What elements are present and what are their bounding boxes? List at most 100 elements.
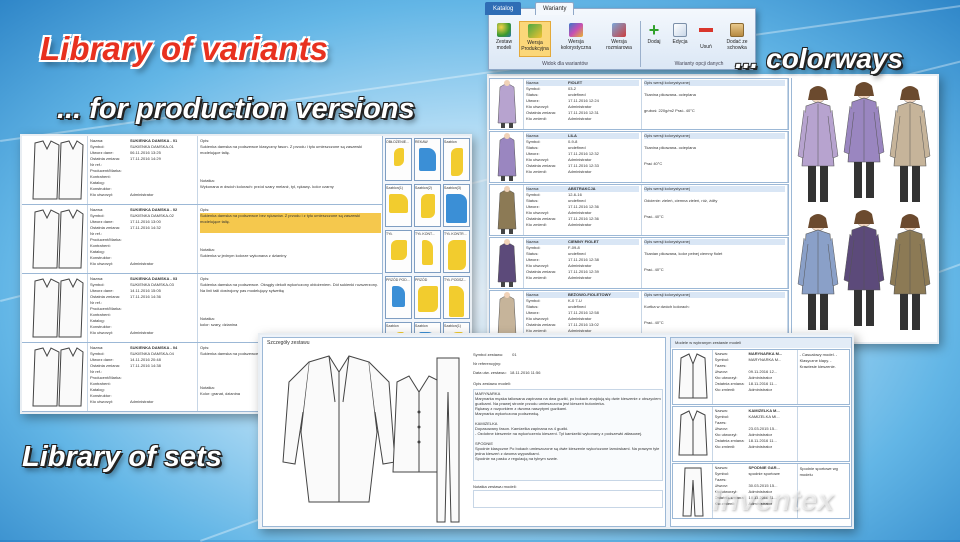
- dress-sketch: [22, 136, 88, 204]
- pattern-piece-shape: [446, 194, 467, 223]
- pattern-piece-label: TYŁ: [386, 232, 393, 236]
- set-model-row[interactable]: Nazwa: MARYNARKA M... Symbol: MARYNARKA M..…: [672, 349, 850, 405]
- detail-value: K-0 7-U: [568, 298, 582, 303]
- pattern-piece-shape: [419, 148, 436, 171]
- tab-katalog[interactable]: Katalog: [485, 2, 522, 15]
- detail-value: Administrator: [130, 261, 154, 266]
- detail-line: Kto utworzył: Administrator: [90, 192, 195, 198]
- pattern-piece-thumb[interactable]: Szablon(3): [443, 184, 470, 227]
- detail-line: Kto zmienił: Administrator: [715, 444, 795, 450]
- pattern-piece-thumb[interactable]: Szablon(2): [414, 184, 441, 227]
- set-model-row[interactable]: Nazwa: KAMIZELKA M... Symbol: KAMIZELKA MI.…: [672, 406, 850, 462]
- detail-value: 17.11.2016 12:32: [568, 151, 599, 156]
- dodaj-button[interactable]: + Dodaj: [643, 20, 665, 45]
- detail-label: Kto utworzył:: [90, 399, 113, 404]
- colorway-description: Opis wersji kolorystycznej Tkanina pikowa…: [642, 132, 788, 182]
- tab-warianty[interactable]: Warianty: [535, 2, 575, 15]
- pattern-piece-thumb[interactable]: Szablon(1): [385, 184, 412, 227]
- dress-sketch: [22, 274, 88, 342]
- pattern-piece-thumb[interactable]: Szablon: [443, 138, 470, 181]
- headline-production-versions: ... for production versions: [57, 93, 415, 125]
- detail-line: Kto zmienił: Administrator: [526, 169, 639, 175]
- pattern-piece-label: Szablon(2): [415, 186, 432, 190]
- edycja-button[interactable]: Edycja: [667, 23, 693, 45]
- detail-value: Administrator: [568, 210, 592, 215]
- detail-value: 14.11.2016 15:05: [130, 288, 161, 293]
- delete-icon: [699, 28, 713, 42]
- set-info: Symbol zestawu: 01 Nr referencyjny: Data…: [473, 352, 663, 508]
- set-description-line: Spodnie na pasku z regulacją na tylnym s…: [475, 456, 558, 461]
- pattern-piece-label: Szablon(1): [444, 324, 461, 328]
- pattern-piece-thumb[interactable]: PRZÓD POD...: [385, 276, 412, 319]
- size-version-icon: [612, 23, 626, 37]
- colorway-row[interactable]: Nazwa: LILA Symbol: 0-9-8 Status: undefined Ut…: [489, 131, 789, 183]
- pattern-piece-thumb[interactable]: TYŁ KONT...: [414, 230, 441, 273]
- colorway-row[interactable]: Nazwa: CIEMNY FIOLET Symbol: F-09-8 Status: u…: [489, 237, 789, 289]
- clipboard-icon: [730, 23, 744, 37]
- detail-value: SUKIENKA DAMSKA-03: [130, 282, 174, 287]
- detail-value: 17.11.2016 12:24: [568, 98, 599, 103]
- production-version-row[interactable]: Nazwa: SUKIENKA DAMSKA - 01 Symbol: SUKIENK…: [22, 136, 384, 205]
- detail-value: 17.11.2016 13:00: [130, 219, 161, 224]
- production-version-description: Opis: Sukienka damska na podszewce klasyc…: [198, 136, 384, 204]
- pattern-piece-shape: [449, 286, 464, 317]
- detail-label: Kto utworzył:: [90, 261, 113, 266]
- colorway-details: Nazwa: LILA Symbol: 0-9-8 Status: undefined Ut…: [524, 132, 642, 182]
- pattern-piece-shape: [393, 148, 404, 166]
- wersja-kolorystyczna-button[interactable]: Wersja kolorystyczna: [555, 23, 597, 51]
- usun-button[interactable]: Usuń: [695, 23, 717, 50]
- detail-value: 0-9-8: [568, 139, 578, 144]
- detail-value: Administrator: [130, 192, 154, 197]
- colorway-thumbnail: [490, 132, 524, 182]
- colorway-figure: [889, 86, 931, 202]
- detail-value: 17.11.2016 12:58: [568, 310, 599, 315]
- wersja-rozmiarowa-button[interactable]: Wersja rozmiarowa: [601, 23, 637, 51]
- detail-label: Kto zmienił:: [526, 169, 547, 174]
- model-note: - Casualowy model. - Klasyczne klapy. - …: [799, 352, 838, 369]
- detail-value: 17.11.2016 14:38: [130, 363, 161, 368]
- production-version-row[interactable]: Nazwa: SUKIENKA DAMSKA - 02 Symbol: SUKIENK…: [22, 205, 384, 274]
- pattern-piece-thumb[interactable]: OBŁOŻENIE...: [385, 138, 412, 181]
- detail-line: Kto zmienił: Administrator: [526, 222, 639, 228]
- production-icon: [528, 24, 542, 38]
- description-text: Sukienka damska na podszewce klasyczny f…: [200, 144, 363, 155]
- detail-value: 17.11.2016 14:36: [130, 294, 161, 299]
- pattern-piece-thumb[interactable]: TYŁ: [385, 230, 412, 273]
- zestaw-modeli-button[interactable]: Zestaw modeli: [491, 23, 517, 51]
- detail-value: Administrator: [748, 444, 773, 449]
- detail-value: undefined: [568, 304, 586, 309]
- set-garment-drawings: [282, 355, 460, 523]
- colorway-description: Opis wersji kolorystycznej Tkanina pikowa…: [642, 79, 788, 129]
- pattern-piece-label: OBŁOŻENIE...: [386, 140, 409, 144]
- detail-value: SUKIENKA DAMSKA-01: [130, 144, 174, 149]
- add-icon: +: [648, 20, 660, 40]
- detail-value: SUKIENKA DAMSKA - 02: [130, 207, 178, 212]
- pattern-piece-thumb[interactable]: PRZÓD: [414, 276, 441, 319]
- model-thumbnail: [673, 350, 713, 404]
- colorway-thumbnail: [490, 79, 524, 129]
- production-version-details: Nazwa: SUKIENKA DAMSKA - 02 Symbol: SUKIENK…: [88, 205, 198, 273]
- set-description-line: Marynarka męska taliowana zapinana na dw…: [475, 396, 661, 406]
- pattern-piece-label: Szablon: [444, 140, 457, 144]
- pattern-piece-label: TYŁ PODSZ...: [444, 278, 467, 282]
- wersja-produkcyjna-button[interactable]: Wersja Produkcyjna: [519, 21, 551, 57]
- colorway-icon: [569, 23, 583, 37]
- detail-label: Kto zmienił:: [526, 275, 547, 280]
- colorway-details: Nazwa: CIEMNY FIOLET Symbol: F-09-8 Status: u…: [524, 238, 642, 288]
- colorway-description: Opis wersji kolorystycznej Tkanian pikowa…: [642, 238, 788, 288]
- production-version-description: Opis: Sukienka damska na podszewce bez rę…: [198, 205, 384, 273]
- detail-value: Administrator: [568, 169, 592, 174]
- model-set-icon: [497, 23, 511, 37]
- model-details: Nazwa: KAMIZELKA M... Symbol: KAMIZELKA MI.…: [713, 407, 798, 461]
- description-text: Kurtka w dwóch kolorach:: [644, 304, 690, 309]
- pattern-piece-thumb[interactable]: TYŁ PODSZ...: [443, 276, 470, 319]
- headline-library-sets: Library of sets: [22, 441, 222, 473]
- detail-value: MARYNARKA M...: [748, 357, 782, 362]
- note-text: Prać- 40°C: [644, 267, 664, 272]
- detail-value: SUKIENKA DAMSKA - 03: [130, 276, 178, 281]
- pattern-piece-thumb[interactable]: REKAW: [414, 138, 441, 181]
- colorway-row[interactable]: Nazwa: FIOLET Symbol: 03-2 Status: undefined U…: [489, 78, 789, 130]
- pattern-piece-thumb[interactable]: TYŁ KONTR...: [443, 230, 470, 273]
- detail-label: Kto utworzył:: [90, 192, 113, 197]
- colorway-row[interactable]: Nazwa: ABSTRAKCJA Symbol: 12-6-16 Status: und…: [489, 184, 789, 236]
